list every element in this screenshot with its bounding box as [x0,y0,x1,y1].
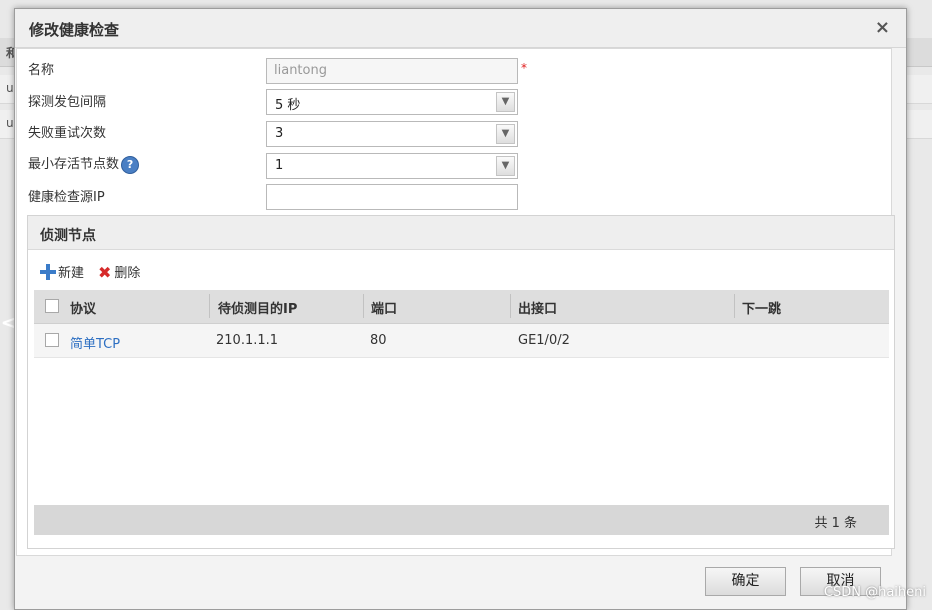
column-header-dest-ip[interactable]: 待侦测目的IP [218,298,297,317]
min-alive-select-value: 1 [275,158,284,173]
column-divider[interactable] [734,294,735,318]
chevron-down-icon[interactable]: ▼ [496,156,515,176]
dest-ip-cell: 210.1.1.1 [216,333,279,348]
min-alive-select[interactable]: 1 ▼ [266,153,518,179]
delete-button[interactable]: ✖ 删除 [98,262,140,282]
column-divider[interactable] [510,294,511,318]
min-alive-label-text: 最小存活节点数 [28,157,120,172]
background-prev-arrow[interactable]: < [0,308,22,338]
plus-icon [40,264,56,280]
column-header-out-interface[interactable]: 出接口 [518,298,557,317]
close-icon[interactable]: × [875,17,890,38]
dialog-title: 修改健康检查 [29,21,120,39]
probe-node-section: 侦测节点 新建 ✖ 删除 协议 待侦测目的IP 端口 出接口 下一跳 简单TCP… [27,215,895,549]
port-cell: 80 [370,333,387,348]
required-mark: * [521,61,527,75]
new-button-label: 新建 [58,266,85,281]
background-row-char: u [6,116,14,130]
protocol-link[interactable]: 简单TCP [70,333,120,352]
select-all-checkbox[interactable] [45,299,59,313]
delete-button-label: 删除 [114,266,141,281]
retry-select[interactable]: 3 ▼ [266,121,518,147]
name-label: 名称 [28,63,55,78]
delete-icon: ✖ [98,263,112,282]
column-divider[interactable] [209,294,210,318]
dialog-body: 名称 liantong * 探测发包间隔 5 秒 ▼ 失败重试次数 3 ▼ 最小… [16,48,895,556]
probe-section-header: 侦测节点 [28,216,894,250]
interval-select[interactable]: 5 秒 ▼ [266,89,518,115]
probe-section-title: 侦测节点 [40,228,96,244]
name-field: liantong [266,58,518,84]
out-interface-cell: GE1/0/2 [518,333,570,348]
watermark: CSDN @haiheni [823,585,926,600]
dialog-header: 修改健康检查 × [15,9,906,48]
background-row-char: u [6,81,14,95]
min-alive-label: 最小存活节点数? [28,153,140,174]
interval-select-value: 5 秒 [275,98,301,113]
retry-select-value: 3 [275,126,284,141]
record-count: 共 1 条 [814,516,857,531]
retry-label: 失败重试次数 [28,126,107,141]
edit-health-check-dialog: 修改健康检查 × 名称 liantong * 探测发包间隔 5 秒 ▼ 失败重试… [14,8,907,610]
chevron-down-icon[interactable]: ▼ [496,92,515,112]
chevron-down-icon[interactable]: ▼ [496,124,515,144]
table-row[interactable]: 简单TCP 210.1.1.1 80 GE1/0/2 [34,324,889,358]
column-divider[interactable] [363,294,364,318]
grid-footer: 共 1 条 [34,505,889,535]
help-icon[interactable]: ? [121,155,140,174]
column-header-port[interactable]: 端口 [371,298,397,317]
grid-header: 协议 待侦测目的IP 端口 出接口 下一跳 [34,290,889,324]
column-header-next-hop[interactable]: 下一跳 [742,298,781,317]
source-ip-input[interactable] [266,184,518,210]
ok-button[interactable]: 确定 [705,567,786,596]
source-ip-label: 健康检查源IP [28,190,105,205]
new-button[interactable]: 新建 [40,262,84,281]
interval-label: 探测发包间隔 [28,95,107,110]
row-checkbox[interactable] [45,333,59,347]
column-header-protocol[interactable]: 协议 [70,298,96,317]
